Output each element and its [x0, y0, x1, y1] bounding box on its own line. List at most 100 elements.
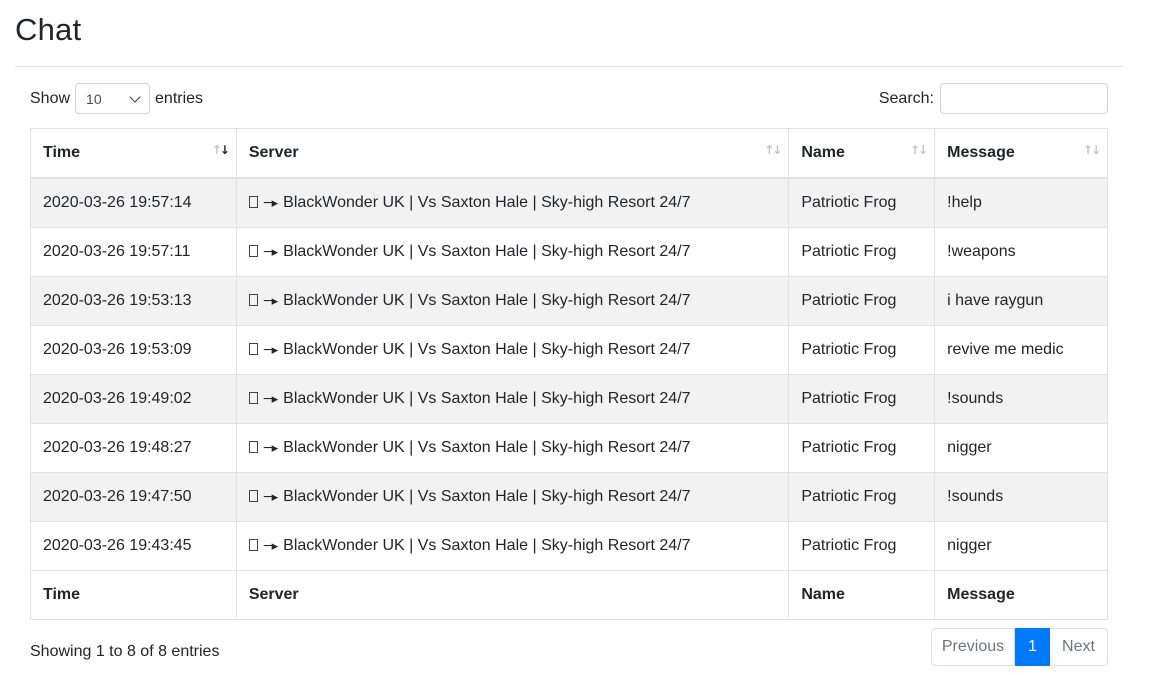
column-header-label: Time — [43, 144, 81, 161]
footer-server: Server — [235, 570, 790, 620]
table-row: 2020-03-26 19:57:14 ─▸ BlackWonder UK | Vs… — [30, 177, 1108, 228]
sort-descending-icon: ↑↓ — [211, 143, 230, 157]
server-name: BlackWonder UK | Vs Saxton Hale | Sky-hi… — [283, 390, 691, 407]
cell-server: ─▸ BlackWonder UK | Vs Saxton Hale | Sky-… — [235, 276, 790, 326]
table-header-row: Time ↑↓ Server ↑↓ Name ↑↓ Message ↑↓ — [30, 128, 1108, 179]
cell-name: Patriotic Frog — [788, 227, 936, 277]
cell-time: 2020-03-26 19:53:13 — [30, 276, 237, 326]
cell-name: Patriotic Frog — [788, 423, 936, 473]
table-row: 2020-03-26 19:57:11 ─▸ BlackWonder UK | Vs… — [30, 227, 1108, 277]
pagination: Previous 1 Next — [931, 628, 1108, 666]
page-1-button[interactable]: 1 — [1015, 628, 1050, 666]
cell-time: 2020-03-26 19:49:02 — [30, 374, 237, 424]
pennant-icon: ─▸ — [263, 392, 279, 407]
cell-name: Patriotic Frog — [788, 521, 936, 571]
server-name: BlackWonder UK | Vs Saxton Hale | Sky-hi… — [283, 439, 691, 456]
column-header-label: Message — [947, 144, 1015, 161]
server-name: BlackWonder UK | Vs Saxton Hale | Sky-hi… — [283, 537, 691, 554]
page-title: Chat — [15, 12, 82, 47]
entries-per-page-select[interactable]: 10 — [75, 83, 151, 114]
column-header-name[interactable]: Name ↑↓ — [788, 128, 936, 179]
pennant-icon: ─▸ — [263, 441, 279, 456]
search-label: Search: — [878, 89, 934, 107]
server-name: BlackWonder UK | Vs Saxton Hale | Sky-hi… — [283, 243, 691, 260]
cell-server: ─▸ BlackWonder UK | Vs Saxton Hale | Sky-… — [235, 374, 790, 424]
previous-page-button[interactable]: Previous — [931, 628, 1015, 666]
table-info: Showing 1 to 8 of 8 entries — [30, 643, 220, 660]
flag-placeholder-icon — [248, 294, 258, 306]
table-row: 2020-03-26 19:43:45 ─▸ BlackWonder UK | Vs… — [30, 521, 1108, 571]
cell-message: revive me medic — [934, 325, 1108, 375]
footer-time: Time — [30, 570, 237, 620]
cell-message: !sounds — [934, 374, 1108, 424]
column-header-label: Name — [801, 144, 845, 161]
cell-message: !sounds — [934, 472, 1108, 522]
server-name: BlackWonder UK | Vs Saxton Hale | Sky-hi… — [283, 341, 691, 358]
cell-name: Patriotic Frog — [788, 177, 936, 228]
cell-time: 2020-03-26 19:43:45 — [30, 521, 237, 571]
cell-server: ─▸ BlackWonder UK | Vs Saxton Hale | Sky-… — [235, 177, 790, 228]
footer-message: Message — [934, 570, 1108, 620]
sort-arrows-icon: ↑↓ — [910, 143, 928, 157]
table-row: 2020-03-26 19:53:13 ─▸ BlackWonder UK | Vs… — [30, 276, 1108, 326]
show-label: Show — [30, 89, 71, 107]
table-row: 2020-03-26 19:47:50 ─▸ BlackWonder UK | Vs… — [30, 472, 1108, 522]
flag-placeholder-icon — [248, 490, 258, 502]
cell-message: !weapons — [934, 227, 1108, 277]
server-name: BlackWonder UK | Vs Saxton Hale | Sky-hi… — [283, 194, 691, 211]
cell-message: i have raygun — [934, 276, 1108, 326]
pennant-icon: ─▸ — [263, 196, 279, 211]
flag-placeholder-icon — [248, 441, 258, 453]
column-header-label: Server — [248, 144, 299, 161]
column-header-time[interactable]: Time ↑↓ — [30, 128, 237, 179]
server-name: BlackWonder UK | Vs Saxton Hale | Sky-hi… — [283, 292, 691, 309]
cell-time: 2020-03-26 19:57:11 — [30, 227, 237, 277]
cell-server: ─▸ BlackWonder UK | Vs Saxton Hale | Sky-… — [235, 521, 790, 571]
cell-time: 2020-03-26 19:48:27 — [30, 423, 237, 473]
next-page-button[interactable]: Next — [1050, 628, 1108, 666]
cell-message: nigger — [934, 423, 1108, 473]
cell-time: 2020-03-26 19:57:14 — [30, 177, 237, 228]
sort-arrows-icon: ↑↓ — [1082, 143, 1101, 157]
flag-placeholder-icon — [248, 196, 258, 208]
title-divider — [15, 66, 1123, 67]
footer-name: Name — [788, 570, 936, 620]
search-input[interactable] — [940, 83, 1108, 114]
flag-placeholder-icon — [248, 343, 258, 355]
cell-name: Patriotic Frog — [788, 325, 936, 375]
table-body: 2020-03-26 19:57:14 ─▸ BlackWonder UK | Vs… — [30, 177, 1108, 571]
chevron-down-icon — [129, 90, 141, 103]
table-row: 2020-03-26 19:53:09 ─▸ BlackWonder UK | Vs… — [30, 325, 1108, 375]
pennant-icon: ─▸ — [263, 245, 279, 260]
flag-placeholder-icon — [248, 245, 258, 257]
pennant-icon: ─▸ — [263, 490, 279, 505]
cell-name: Patriotic Frog — [788, 472, 936, 522]
pennant-icon: ─▸ — [263, 539, 279, 554]
search-control: Search: — [879, 83, 1108, 114]
pennant-icon: ─▸ — [263, 294, 279, 309]
server-name: BlackWonder UK | Vs Saxton Hale | Sky-hi… — [283, 488, 691, 505]
cell-message: !help — [934, 177, 1108, 228]
cell-server: ─▸ BlackWonder UK | Vs Saxton Hale | Sky-… — [235, 325, 790, 375]
cell-name: Patriotic Frog — [788, 374, 936, 424]
entries-label: entries — [155, 89, 204, 107]
cell-server: ─▸ BlackWonder UK | Vs Saxton Hale | Sky-… — [235, 423, 790, 473]
cell-time: 2020-03-26 19:47:50 — [30, 472, 237, 522]
entries-length-control: Show 10 entries — [30, 83, 203, 114]
column-header-server[interactable]: Server ↑↓ — [235, 128, 790, 179]
table-row: 2020-03-26 19:48:27 ─▸ BlackWonder UK | Vs… — [30, 423, 1108, 473]
chat-table: Time ↑↓ Server ↑↓ Name ↑↓ Message ↑↓ 202… — [30, 128, 1108, 620]
pennant-icon: ─▸ — [263, 343, 279, 358]
column-header-message[interactable]: Message ↑↓ — [934, 128, 1108, 179]
cell-server: ─▸ BlackWonder UK | Vs Saxton Hale | Sky-… — [235, 227, 790, 277]
cell-server: ─▸ BlackWonder UK | Vs Saxton Hale | Sky-… — [235, 472, 790, 522]
cell-time: 2020-03-26 19:53:09 — [30, 325, 237, 375]
table-row: 2020-03-26 19:49:02 ─▸ BlackWonder UK | Vs… — [30, 374, 1108, 424]
table-footer-row: Time Server Name Message — [30, 570, 1108, 620]
cell-message: nigger — [934, 521, 1108, 571]
sort-arrows-icon: ↑↓ — [764, 143, 782, 157]
flag-placeholder-icon — [248, 392, 258, 404]
flag-placeholder-icon — [248, 539, 258, 551]
entries-per-page-value: 10 — [86, 90, 102, 107]
cell-name: Patriotic Frog — [788, 276, 936, 326]
